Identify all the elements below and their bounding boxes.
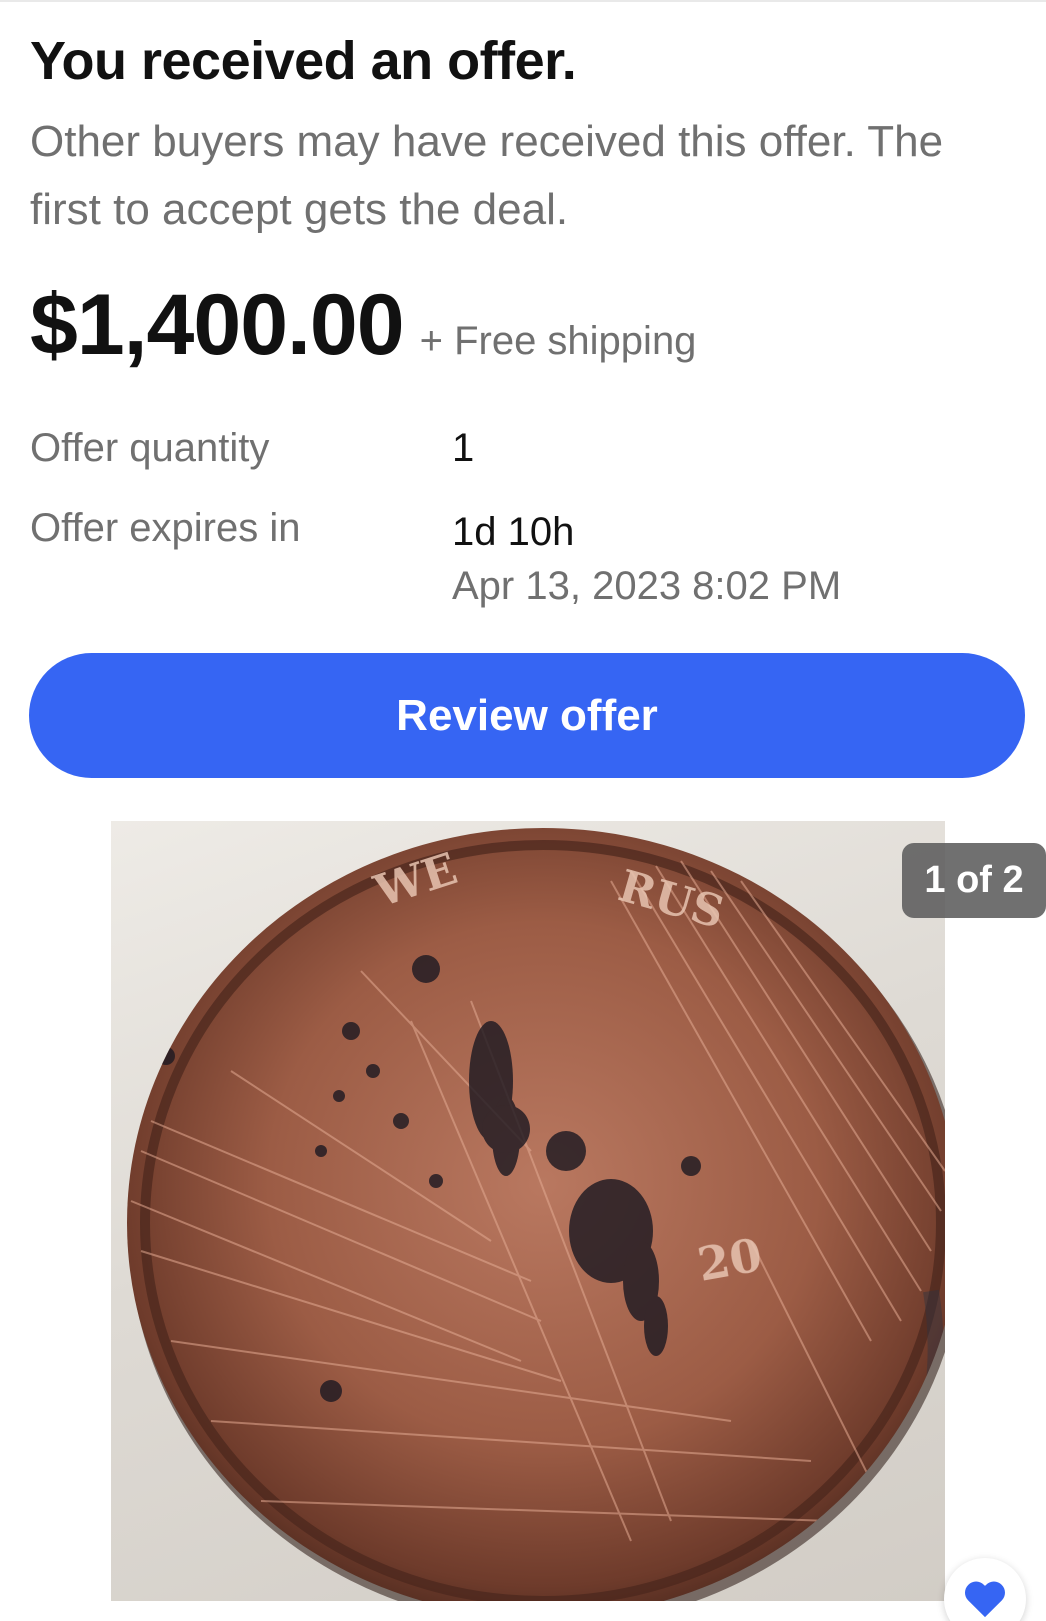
offer-page: You received an offer. Other buyers may … (0, 0, 1046, 1621)
heart-icon (965, 1581, 1005, 1618)
offer-price: $1,400.00 (30, 277, 405, 373)
image-pager-badge: 1 of 2 (902, 843, 1046, 918)
top-divider (0, 0, 1046, 2)
price-row: $1,400.00 + Free shipping (30, 276, 696, 375)
offer-expires-label: Offer expires in (30, 506, 301, 550)
offer-quantity-label: Offer quantity (30, 426, 270, 470)
offer-expires-value: 1d 10h (452, 510, 575, 554)
offer-expires-date: Apr 13, 2023 8:02 PM (452, 564, 842, 608)
svg-text:20: 20 (694, 1228, 766, 1292)
offer-title: You received an offer. (30, 31, 577, 91)
offer-subtitle: Other buyers may have received this offe… (30, 117, 944, 234)
review-offer-button[interactable]: Review offer (29, 653, 1025, 778)
shipping-note: + Free shipping (419, 319, 697, 363)
watch-heart-button[interactable] (944, 1558, 1026, 1621)
item-image[interactable]: WE RUS 20 (111, 821, 945, 1601)
offer-quantity-value: 1 (452, 426, 475, 470)
coin-photo-icon: WE RUS 20 (127, 828, 945, 1601)
